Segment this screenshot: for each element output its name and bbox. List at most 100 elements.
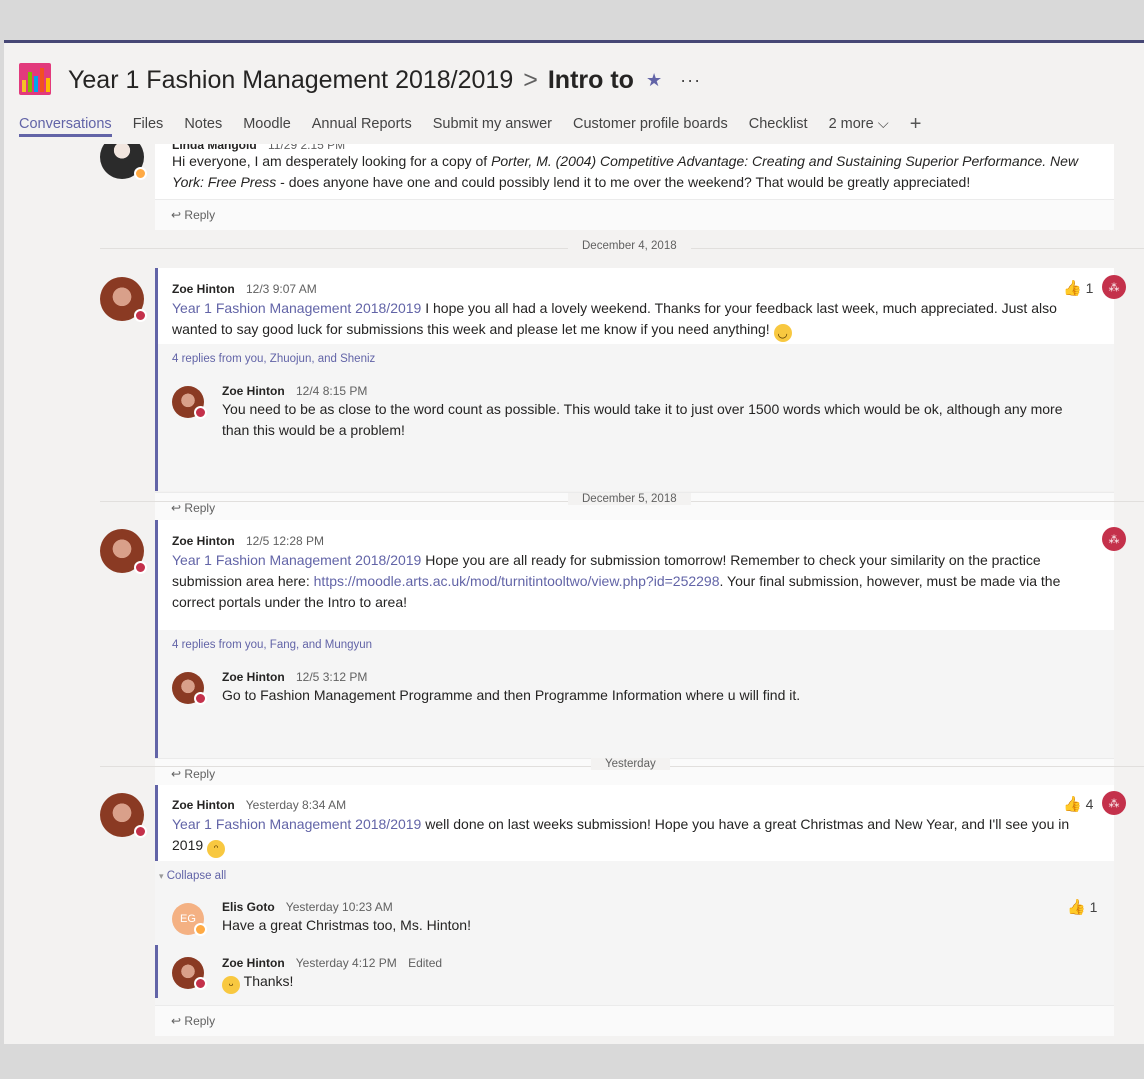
presence-busy-icon	[194, 692, 207, 705]
channel-title: Year 1 Fashion Management 2018/2019 > In…	[68, 62, 701, 98]
tab-files[interactable]: Files	[133, 116, 164, 137]
add-tab-plus-icon[interactable]: +	[910, 114, 922, 137]
replies-summary-link[interactable]: 4 replies from you, Fang, and Mungyun	[172, 639, 372, 651]
thread-post-2: Zoe Hinton 12/5 12:28 PM Year 1 Fashion …	[155, 520, 1114, 789]
team-mention[interactable]: Year 1 Fashion Management 2018/2019	[172, 300, 421, 316]
reply-arrow-icon: ↩	[171, 1014, 182, 1028]
breadcrumb-chevron-icon: >	[523, 65, 538, 94]
avatar-zoe-hinton[interactable]	[100, 793, 147, 838]
author-name[interactable]: Zoe Hinton	[172, 534, 235, 548]
avatar-zoe-hinton[interactable]	[172, 957, 207, 990]
reply-row[interactable]: ↩ Reply	[155, 1005, 1114, 1036]
message-body: Year 1 Fashion Management 2018/2019 well…	[172, 814, 1097, 858]
reply-button[interactable]: ↩ Reply	[171, 1014, 215, 1028]
tab-customer-profile-boards[interactable]: Customer profile boards	[573, 116, 728, 137]
avatar-zoe-hinton[interactable]	[172, 672, 207, 705]
message-header: Zoe Hinton Yesterday 8:34 AM	[172, 798, 346, 812]
tab-more[interactable]: 2 more ⌵	[829, 116, 889, 137]
grin-emoji-icon: ᵕ	[222, 976, 240, 994]
date-label: December 5, 2018	[568, 493, 691, 505]
team-name[interactable]: Year 1 Fashion Management 2018/2019	[68, 66, 513, 95]
reply-block: Zoe Hinton Yesterday 4:12 PM Edited ᵕ Th…	[155, 945, 1114, 998]
avatar-zoe-hinton[interactable]	[100, 529, 147, 574]
reply-button[interactable]: ↩ Reply	[171, 208, 215, 222]
timestamp: 12/5 3:12 PM	[296, 670, 368, 684]
avatar-zoe-hinton[interactable]	[172, 386, 207, 419]
tab-moodle[interactable]: Moodle	[243, 116, 291, 137]
avatar-zoe-hinton[interactable]	[100, 277, 147, 322]
timestamp: Yesterday 10:23 AM	[285, 900, 393, 914]
message-header: Zoe Hinton 12/5 12:28 PM	[172, 534, 324, 548]
timestamp: 12/4 8:15 PM	[296, 384, 368, 398]
team-mention[interactable]: Year 1 Fashion Management 2018/2019	[172, 816, 421, 832]
replies-area: 4 replies from you, Zhuojun, and Sheniz …	[155, 344, 1114, 491]
tab-conversations[interactable]: Conversations	[19, 116, 112, 137]
author-name[interactable]: Zoe Hinton	[222, 384, 285, 398]
tab-checklist[interactable]: Checklist	[749, 116, 808, 137]
team-members-icon: ⁂	[1102, 275, 1126, 299]
timestamp: 12/5 12:28 PM	[246, 534, 325, 548]
tab-submit-my-answer[interactable]: Submit my answer	[433, 116, 552, 137]
replies-summary-link[interactable]: 4 replies from you, Zhuojun, and Sheniz	[172, 353, 375, 365]
reply-text: Go to Fashion Management Programme and t…	[222, 687, 801, 703]
more-options-icon[interactable]: ···	[680, 70, 701, 91]
replies-area: 4 replies from you, Fang, and Mungyun Zo…	[155, 630, 1114, 758]
presence-away-icon	[194, 923, 207, 936]
avatar-elis-goto[interactable]: EG	[172, 903, 207, 936]
like-reaction[interactable]: 👍 1	[1067, 898, 1097, 916]
timestamp: 12/3 9:07 AM	[246, 282, 317, 296]
moodle-link[interactable]: https://moodle.arts.ac.uk/mod/turnitinto…	[314, 573, 720, 589]
like-count: 1	[1089, 899, 1098, 915]
tab-annual-reports[interactable]: Annual Reports	[312, 116, 412, 137]
collapse-all-link[interactable]: ▾ Collapse all	[159, 870, 226, 882]
team-mention[interactable]: Year 1 Fashion Management 2018/2019	[172, 552, 421, 568]
date-label: December 4, 2018	[568, 240, 691, 252]
like-count: 4	[1085, 796, 1094, 812]
celebrate-emoji-icon: ᵔ	[207, 840, 226, 858]
thread-post-1: Zoe Hinton 12/3 9:07 AM Year 1 Fashion M…	[155, 268, 1114, 523]
presence-busy-icon	[194, 406, 207, 419]
message-header: Zoe Hinton 12/3 9:07 AM	[172, 282, 317, 296]
timestamp: Yesterday 8:34 AM	[245, 798, 347, 812]
author-name[interactable]: Zoe Hinton	[172, 798, 235, 812]
presence-busy-icon	[134, 825, 147, 838]
reply-text: Have a great Christmas too, Ms. Hinton!	[222, 917, 471, 933]
reply-label: Reply	[184, 208, 216, 222]
collapse-label: Collapse all	[166, 870, 227, 882]
channel-header: Year 1 Fashion Management 2018/2019 > In…	[4, 43, 1144, 144]
tab-notes[interactable]: Notes	[184, 116, 222, 137]
author-name[interactable]: Elis Goto	[222, 900, 275, 914]
reply-arrow-icon: ↩	[171, 208, 182, 222]
avatar-initials: EG	[180, 913, 196, 925]
presence-busy-icon	[194, 977, 207, 990]
thumbs-up-icon: 👍	[1063, 796, 1082, 813]
message-text: - does anyone have one and could possibl…	[276, 174, 971, 190]
message-text: Hi everyone, I am desperately looking fo…	[172, 153, 492, 169]
chevron-down-icon: ▾	[159, 871, 164, 881]
timestamp: Yesterday 4:12 PM	[295, 956, 397, 970]
message-body: Year 1 Fashion Management 2018/2019 I ho…	[172, 298, 1092, 342]
thread-post-3: Zoe Hinton Yesterday 8:34 AM Year 1 Fash…	[155, 785, 1114, 1036]
teams-window: Year 1 Fashion Management 2018/2019 > In…	[4, 40, 1144, 1044]
presence-away-icon	[134, 167, 147, 180]
thumbs-up-icon: 👍	[1067, 899, 1086, 916]
like-reaction[interactable]: 👍 1	[1063, 279, 1093, 297]
author-name[interactable]: Zoe Hinton	[222, 956, 285, 970]
author-name[interactable]: Zoe Hinton	[222, 670, 285, 684]
channel-tabs: Conversations Files Notes Moodle Annual …	[19, 114, 942, 137]
reply-body: ᵕ Thanks!	[222, 971, 1022, 994]
reply-row[interactable]: ↩ Reply	[155, 199, 1114, 230]
date-divider: Yesterday	[100, 757, 1144, 775]
presence-busy-icon	[134, 561, 147, 574]
message-header: Zoe Hinton 12/5 3:12 PM	[222, 670, 367, 684]
channel-name: Intro to	[547, 65, 634, 94]
message-header: Zoe Hinton 12/4 8:15 PM	[222, 384, 367, 398]
like-count: 1	[1085, 280, 1094, 296]
team-members-icon: ⁂	[1102, 791, 1126, 815]
smile-emoji-icon: ◡	[773, 324, 792, 342]
team-logo-icon[interactable]	[19, 63, 51, 95]
message-header: Zoe Hinton Yesterday 4:12 PM Edited	[222, 956, 442, 970]
like-reaction[interactable]: 👍 4	[1063, 795, 1093, 813]
author-name[interactable]: Zoe Hinton	[172, 282, 235, 296]
favorite-star-icon[interactable]: ★	[646, 70, 662, 91]
